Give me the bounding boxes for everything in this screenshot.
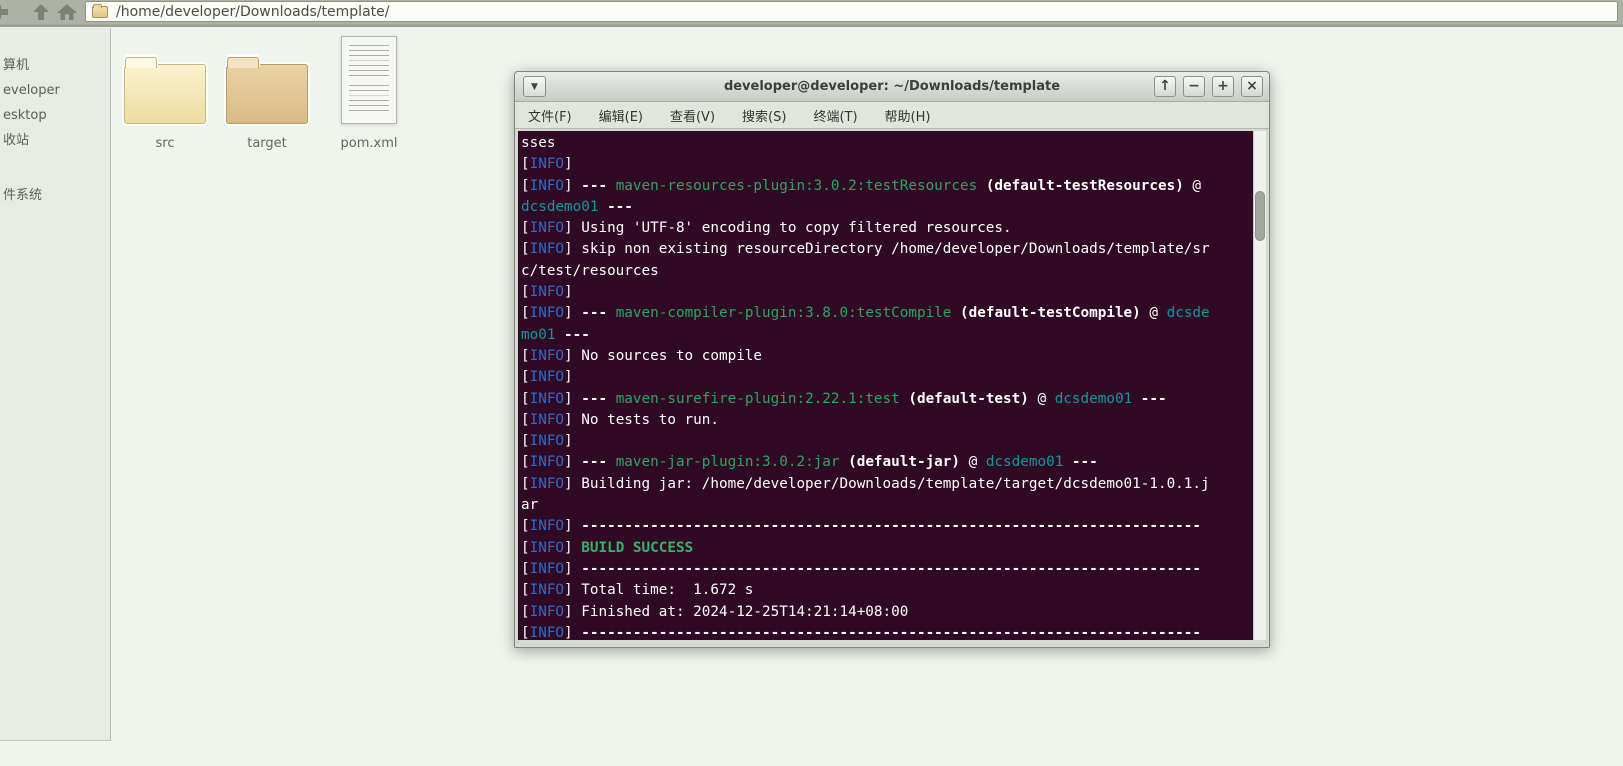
terminal-line: dcsdemo01 --- <box>521 198 633 215</box>
menu-item[interactable]: 查看(V) <box>670 106 715 125</box>
up-icon[interactable] <box>30 3 52 21</box>
folder-icon <box>92 3 108 18</box>
menu-item[interactable]: 终端(T) <box>813 106 857 125</box>
sidebar-item[interactable]: eveloper <box>0 81 110 101</box>
shade-button[interactable]: ↑ <box>1154 76 1176 97</box>
scrollbar-thumb[interactable] <box>1255 191 1265 241</box>
menu-item[interactable]: 文件(F) <box>528 106 572 125</box>
location-bar[interactable]: /home/developer/Downloads/template/ <box>85 1 1618 22</box>
file-list: src target pom.xml <box>114 28 420 151</box>
terminal-line: [INFO] skip non existing resourceDirecto… <box>521 241 1210 258</box>
sidebar-item[interactable]: esktop <box>0 106 110 126</box>
terminal-window: ▼ developer@developer: ~/Downloads/templ… <box>514 71 1270 648</box>
terminal-menubar: 文件(F) 编辑(E) 查看(V) 搜索(S) 终端(T) 帮助(H) <box>515 102 1269 129</box>
terminal-line: [INFO] --- maven-resources-plugin:3.0.2:… <box>521 177 1202 194</box>
sidebar-item[interactable]: 件系统 <box>0 186 110 206</box>
window-menu-dropdown-icon[interactable]: ▼ <box>523 76 546 97</box>
minimize-button[interactable]: − <box>1183 76 1205 97</box>
file-item-target[interactable]: target <box>216 28 318 151</box>
folder-icon <box>226 57 308 124</box>
terminal-line: [INFO] ---------------------------------… <box>521 560 1202 577</box>
menu-item[interactable]: 搜索(S) <box>742 106 786 125</box>
terminal-screen[interactable]: sses [INFO] [INFO] --- maven-resources-plu… <box>518 131 1266 640</box>
terminal-line: ar <box>521 497 539 514</box>
maximize-button[interactable]: + <box>1212 76 1234 97</box>
terminal-line: c/test/resources <box>521 262 659 279</box>
terminal-titlebar[interactable]: ▼ developer@developer: ~/Downloads/templ… <box>515 72 1269 102</box>
terminal-line: [INFO] No sources to compile <box>521 347 763 364</box>
terminal-line: [INFO] --- maven-surefire-plugin:2.22.1:… <box>521 390 1167 407</box>
menu-item[interactable]: 编辑(E) <box>599 106 643 125</box>
toolbar-separator <box>0 24 1623 27</box>
file-item-src[interactable]: src <box>114 28 216 151</box>
terminal-line: [INFO] --- maven-compiler-plugin:3.8.0:t… <box>521 305 1210 322</box>
terminal-line: [INFO] <box>521 433 573 450</box>
terminal-scrollbar[interactable] <box>1253 131 1266 640</box>
terminal-line: [INFO] Finished at: 2024-12-25T14:21:14+… <box>521 603 909 620</box>
file-label: src <box>155 136 175 151</box>
terminal-line: [INFO] Building jar: /home/developer/Dow… <box>521 475 1210 492</box>
terminal-line: [INFO] BUILD SUCCESS <box>521 539 694 556</box>
terminal-line: mo01 --- <box>521 326 590 343</box>
terminal-line: [INFO] No tests to run. <box>521 411 719 428</box>
sidebar-item[interactable]: 收站 <box>0 131 110 151</box>
close-button[interactable]: × <box>1241 76 1263 97</box>
terminal-line: sses <box>521 135 556 151</box>
location-path: /home/developer/Downloads/template/ <box>116 3 390 20</box>
terminal-line: [INFO] Using 'UTF-8' encoding to copy fi… <box>521 220 1012 237</box>
terminal-line: [INFO] ---------------------------------… <box>521 624 1202 640</box>
terminal-line: [INFO] Total time: 1.672 s <box>521 582 754 599</box>
document-icon <box>341 36 397 124</box>
terminal-output: sses [INFO] [INFO] --- maven-resources-plu… <box>521 133 1252 640</box>
terminal-line: [INFO] <box>521 156 573 173</box>
file-manager-sidebar: 算机 eveloper esktop 收站件系统 <box>0 28 111 741</box>
window-buttons: ↑ − + × <box>1154 76 1263 97</box>
file-label: pom.xml <box>340 136 398 151</box>
terminal-line: [INFO] ---------------------------------… <box>521 518 1202 535</box>
menu-item[interactable]: 帮助(H) <box>885 106 931 125</box>
terminal-line: [INFO] <box>521 369 573 386</box>
folder-icon <box>124 57 206 124</box>
terminal-line: [INFO] --- maven-jar-plugin:3.0.2:jar (d… <box>521 454 1098 471</box>
home-icon[interactable] <box>56 3 78 21</box>
sidebar-item[interactable]: 算机 <box>0 56 110 76</box>
file-item-pom.xml[interactable]: pom.xml <box>318 28 420 151</box>
back-icon[interactable] <box>0 3 10 21</box>
file-label: target <box>247 136 287 151</box>
file-manager-toolbar: /home/developer/Downloads/template/ <box>0 0 1623 24</box>
terminal-line: [INFO] <box>521 284 573 301</box>
